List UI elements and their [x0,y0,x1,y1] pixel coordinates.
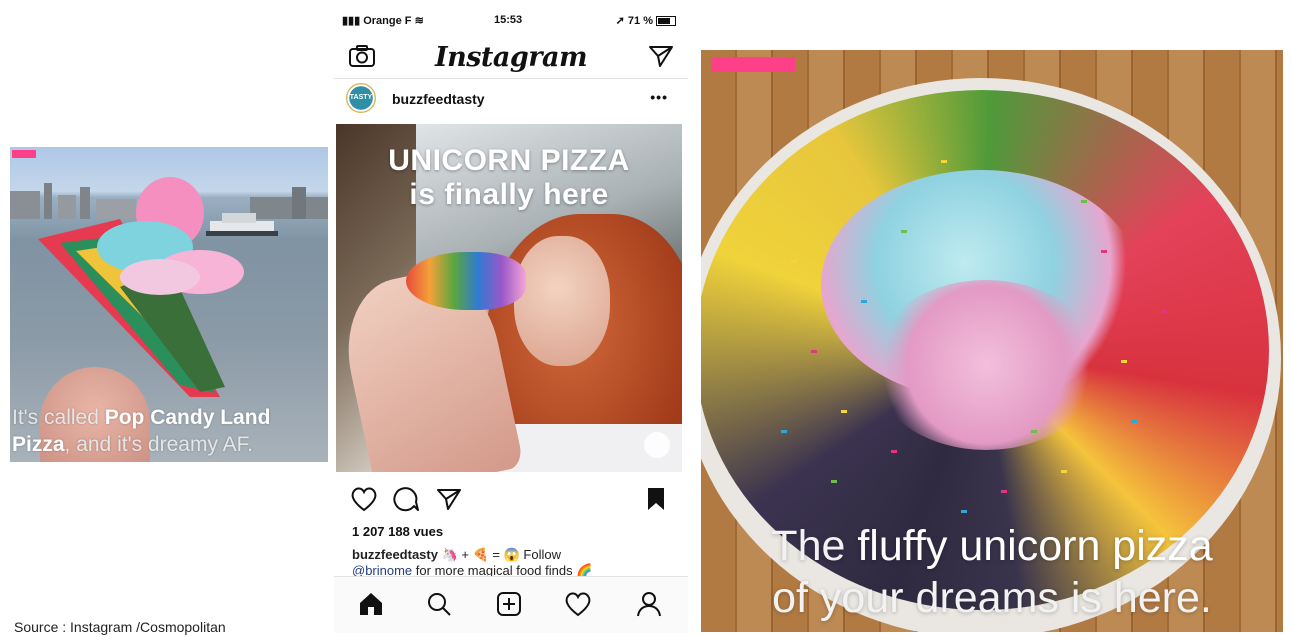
headline-line-2: is finally here [409,178,609,211]
headline-line-1: UNICORN PIZZA [388,144,630,177]
post-image[interactable]: UNICORN PIZZA is finally here [336,124,682,472]
post-caption: buzzfeedtasty 🦄 + 🍕 = 😱 Follow @brinome … [352,547,678,579]
battery-icon [656,16,676,27]
post-username[interactable]: buzzfeedtasty [392,91,485,107]
bookmark-icon[interactable] [646,486,666,517]
caption-text: 🦄 + 🍕 = 😱 Follow [441,547,561,562]
profile-icon[interactable] [636,591,662,622]
share-icon[interactable] [436,486,462,517]
search-icon[interactable] [426,591,452,622]
post-headline: UNICORN PIZZA is finally here [336,144,682,212]
caption-username[interactable]: buzzfeedtasty [352,547,438,562]
comment-icon[interactable] [392,486,420,517]
new-post-icon[interactable] [496,591,522,622]
instagram-phone-screen: ▮▮▮ Orange F ≋ 15:53 ➚ 71 % Instagram TA… [334,6,688,633]
caption-text: The [771,522,858,570]
more-options-icon[interactable]: ••• [650,89,668,105]
bottom-tab-bar [334,576,688,633]
view-count: 1 207 188 vues [352,524,444,539]
watermark-badge-icon [644,432,670,458]
post-header: TASTY buzzfeedtasty ••• [334,78,688,119]
app-title: Instagram [434,42,588,73]
caption-text-end: , and it's dreamy AF. [64,433,253,456]
battery-indicator: ➚ 71 % [616,14,676,27]
right-post-caption: The fluffy unicorn pizza of your dreams … [701,520,1283,624]
face [514,236,610,366]
right-post-image: The fluffy unicorn pizza of your dreams … [701,50,1283,632]
clock: 15:53 [494,14,523,26]
app-header: Instagram [334,36,688,78]
brand-tag [711,57,795,72]
like-heart-icon[interactable] [350,486,378,517]
caption-highlight: fluffy unicorn pizza [857,522,1213,570]
caption-text: It's called [12,406,105,429]
caption-line-2: of your dreams is here. [772,574,1212,622]
activity-heart-icon[interactable] [564,591,592,622]
source-credit: Source : Instagram /Cosmopolitan [14,619,226,635]
left-post-image: It's called Pop Candy Land Pizza, and it… [10,147,328,462]
carrier-label: ▮▮▮ Orange F ≋ [342,15,424,27]
post-actions [334,482,688,518]
left-post-caption: It's called Pop Candy Land Pizza, and it… [12,404,326,458]
avatar[interactable]: TASTY [346,83,376,113]
home-icon[interactable] [358,591,384,622]
status-bar: ▮▮▮ Orange F ≋ 15:53 ➚ 71 % [334,6,688,32]
unicorn-pizza-slice [406,252,526,310]
direct-send-icon[interactable] [648,44,674,73]
